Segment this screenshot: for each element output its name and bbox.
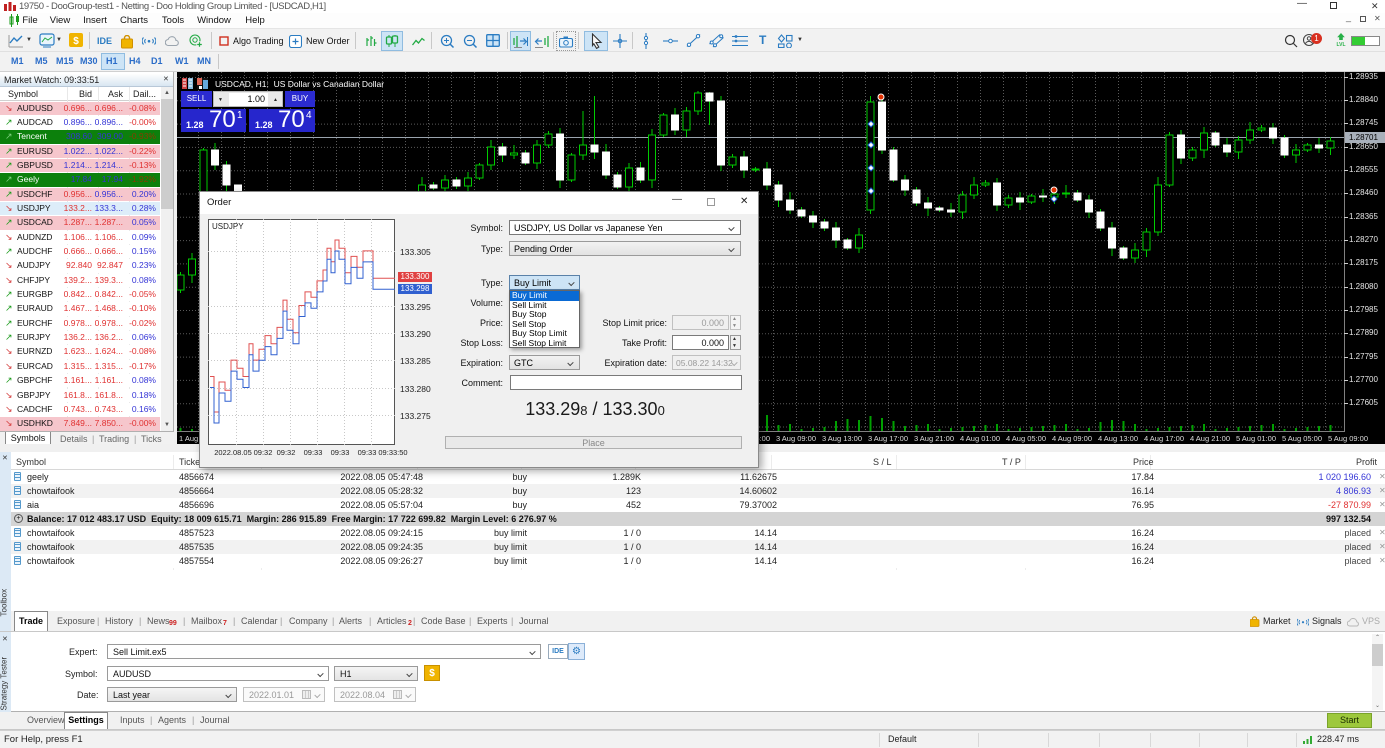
svg-text:LVL: LVL [1336, 42, 1345, 47]
svg-text:$: $ [73, 36, 79, 47]
